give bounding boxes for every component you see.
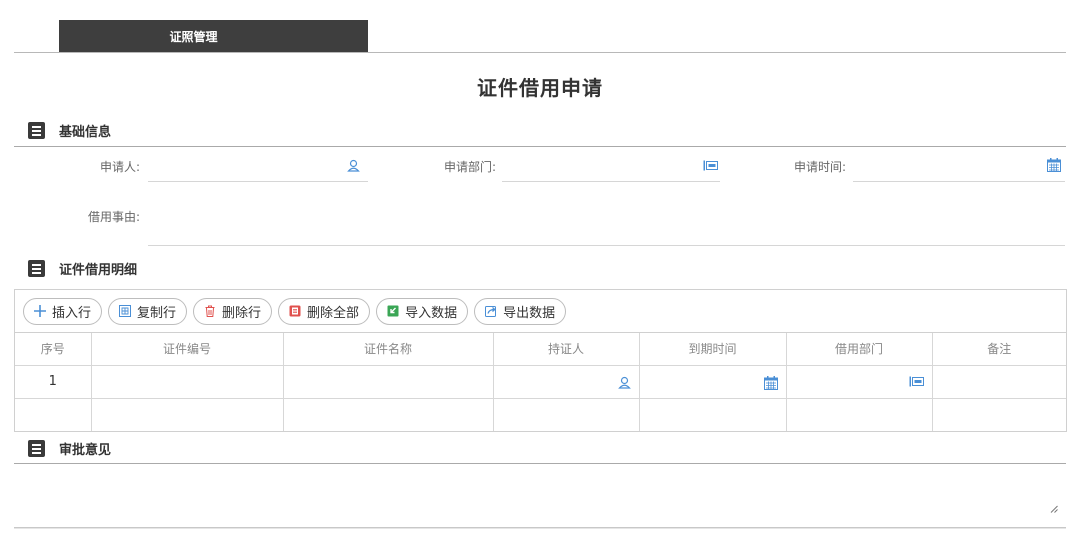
plus-icon bbox=[34, 305, 46, 317]
delete-row-button[interactable]: 删除行 bbox=[193, 297, 273, 325]
grid-toolbar: 插入行 复制行 删除行 删除全部 导入数据 导出数据 bbox=[15, 290, 1066, 333]
approval-bottom-border bbox=[14, 527, 1066, 529]
department-icon[interactable] bbox=[909, 376, 924, 387]
cell-note[interactable] bbox=[932, 365, 1066, 399]
section-title: 基础信息 bbox=[59, 125, 112, 140]
export-icon bbox=[485, 306, 497, 317]
reason-input[interactable] bbox=[148, 245, 1065, 246]
cell-holder[interactable] bbox=[493, 365, 640, 399]
department-input[interactable] bbox=[502, 181, 720, 182]
col-header-note: 备注 bbox=[932, 333, 1066, 366]
col-header-cert-no: 证件编号 bbox=[91, 333, 284, 366]
apply-time-label: 申请时间: bbox=[793, 160, 846, 174]
cell-cert-name[interactable] bbox=[283, 365, 494, 399]
module-tab-label: 证照管理 bbox=[169, 29, 218, 44]
col-header-seq: 序号 bbox=[15, 333, 92, 366]
col-header-expire: 到期时间 bbox=[639, 333, 787, 366]
cell-dept[interactable] bbox=[786, 398, 933, 431]
apply-time-input[interactable] bbox=[853, 181, 1065, 182]
section-borrow-detail: 证件借用明细 bbox=[28, 259, 137, 278]
cell-holder[interactable] bbox=[493, 398, 640, 431]
col-header-holder: 持证人 bbox=[493, 333, 640, 366]
cell-expire[interactable] bbox=[639, 398, 787, 431]
user-icon[interactable] bbox=[617, 376, 631, 389]
user-icon[interactable] bbox=[347, 159, 360, 172]
cell-cert-no[interactable] bbox=[91, 365, 284, 399]
reason-label: 借用事由: bbox=[87, 210, 140, 224]
col-header-dept: 借用部门 bbox=[786, 333, 933, 366]
import-icon bbox=[387, 305, 399, 317]
table-row[interactable] bbox=[15, 398, 1066, 431]
section-title: 证件借用明细 bbox=[59, 263, 138, 278]
resize-handle-icon[interactable] bbox=[1050, 505, 1058, 513]
section-divider bbox=[14, 463, 1066, 464]
cell-seq: 1 bbox=[15, 365, 92, 399]
section-title: 审批意见 bbox=[59, 443, 112, 458]
col-header-cert-name: 证件名称 bbox=[283, 333, 494, 366]
section-menu-icon bbox=[28, 440, 45, 457]
borrow-detail-table: 序号 证件编号 证件名称 持证人 到期时间 借用部门 备注 1 bbox=[15, 333, 1066, 431]
cell-dept[interactable] bbox=[786, 365, 933, 399]
module-tab[interactable]: 证照管理 bbox=[59, 20, 368, 52]
department-icon[interactable] bbox=[703, 160, 718, 171]
approval-textarea[interactable] bbox=[14, 470, 1066, 527]
trash-icon bbox=[205, 305, 215, 317]
delete-row-label: 删除行 bbox=[222, 305, 262, 321]
delete-all-icon bbox=[289, 305, 301, 317]
delete-all-button[interactable]: 删除全部 bbox=[278, 297, 371, 325]
cell-expire[interactable] bbox=[639, 365, 787, 399]
top-divider bbox=[14, 52, 1066, 53]
applicant-input[interactable] bbox=[148, 181, 368, 182]
export-data-label: 导出数据 bbox=[503, 305, 556, 321]
section-divider bbox=[14, 146, 1066, 147]
department-label: 申请部门: bbox=[443, 160, 496, 174]
insert-row-button[interactable]: 插入行 bbox=[23, 297, 103, 325]
cell-cert-name[interactable] bbox=[283, 398, 494, 431]
borrow-detail-grid: 插入行 复制行 删除行 删除全部 导入数据 导出数据 序号 证件编号 证件名称 … bbox=[14, 289, 1067, 432]
delete-all-label: 删除全部 bbox=[307, 305, 360, 321]
section-menu-icon bbox=[28, 260, 45, 277]
table-header-row: 序号 证件编号 证件名称 持证人 到期时间 借用部门 备注 bbox=[15, 333, 1066, 366]
import-data-button[interactable]: 导入数据 bbox=[376, 297, 469, 325]
calendar-icon[interactable] bbox=[763, 375, 778, 390]
copy-row-label: 复制行 bbox=[137, 305, 177, 321]
calendar-icon[interactable] bbox=[1047, 158, 1061, 172]
import-data-label: 导入数据 bbox=[405, 305, 458, 321]
section-basic-info: 基础信息 bbox=[28, 121, 111, 140]
export-data-button[interactable]: 导出数据 bbox=[474, 297, 567, 325]
cell-cert-no[interactable] bbox=[91, 398, 284, 431]
cell-seq bbox=[15, 398, 92, 431]
cell-note[interactable] bbox=[932, 398, 1066, 431]
section-approval: 审批意见 bbox=[28, 439, 111, 458]
section-menu-icon bbox=[28, 122, 45, 139]
copy-icon bbox=[119, 305, 132, 317]
table-row[interactable]: 1 bbox=[15, 365, 1066, 399]
page-title: 证件借用申请 bbox=[477, 76, 603, 100]
copy-row-button[interactable]: 复制行 bbox=[108, 297, 188, 325]
applicant-label: 申请人: bbox=[99, 160, 140, 174]
insert-row-label: 插入行 bbox=[52, 305, 92, 321]
